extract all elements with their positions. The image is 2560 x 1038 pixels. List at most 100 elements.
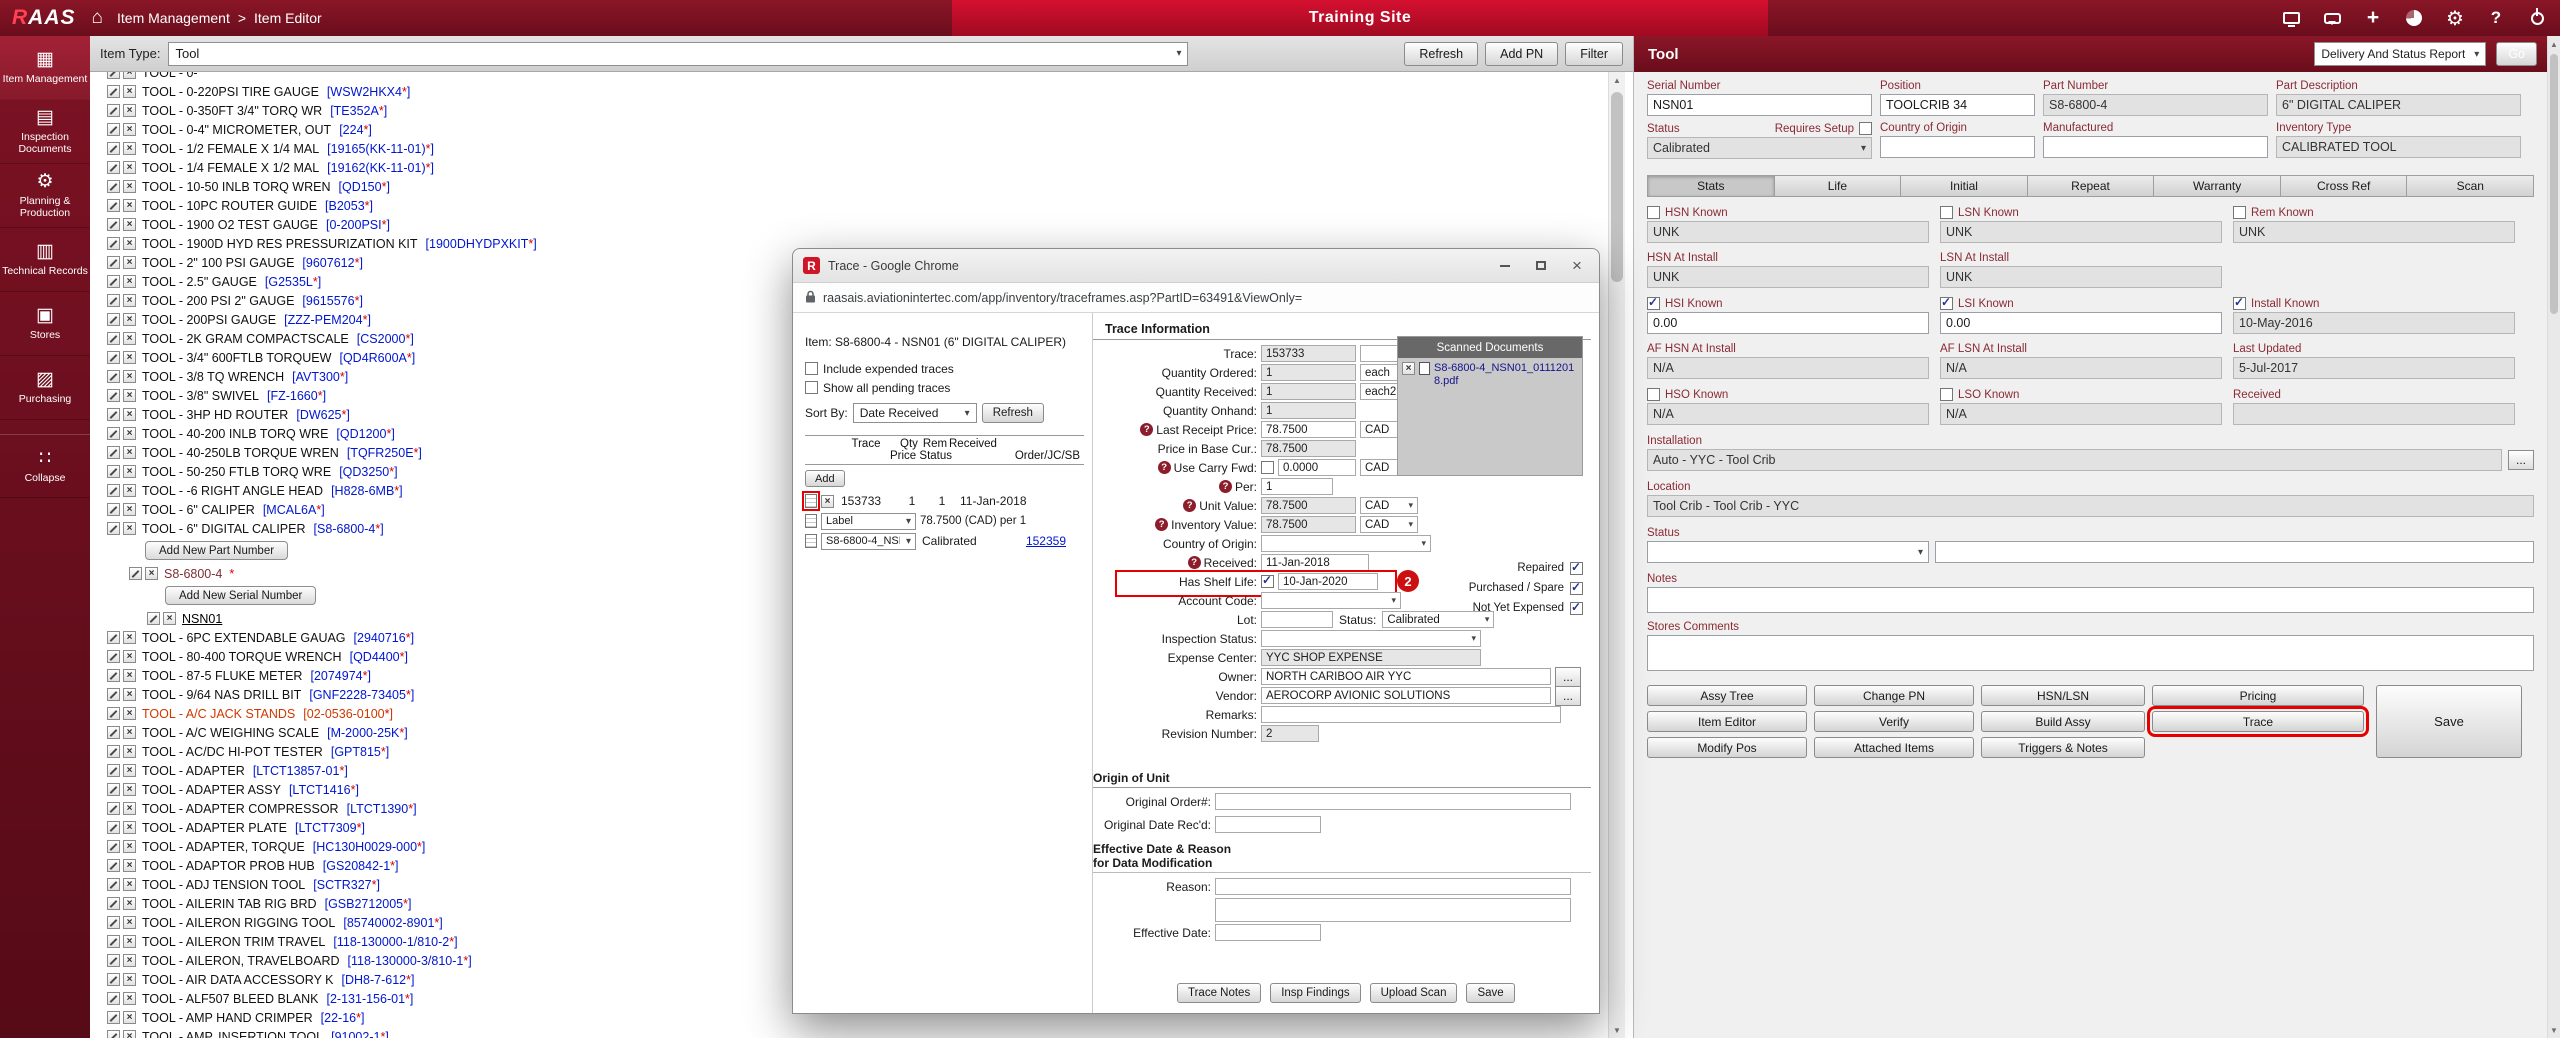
tree-item[interactable]: ×TOOL - 1900 O2 TEST GAUGE[0-200PSI*] (107, 215, 1608, 234)
purchased-spare-checkbox[interactable] (1570, 582, 1583, 595)
edit-icon[interactable] (107, 72, 120, 79)
edit-icon[interactable] (107, 161, 120, 174)
trace-notes-button[interactable]: Trace Notes (1177, 983, 1261, 1003)
delete-icon[interactable]: × (123, 973, 136, 986)
label-select[interactable]: Label▾ (821, 513, 916, 530)
received-input[interactable]: 11-Jan-2018 (1261, 554, 1369, 571)
delete-icon[interactable]: × (123, 859, 136, 872)
scroll-up-icon[interactable]: ▲ (1609, 72, 1625, 88)
tree-item[interactable]: ×TOOL - 0-350FT 3/4" TORQ WR[TE352A*] (107, 101, 1608, 120)
tree-item[interactable]: ×TOOL - 10-50 INLB TORQ WREN[QD150*] (107, 177, 1608, 196)
report-select[interactable]: Delivery And Status Report ▾ (2314, 42, 2486, 66)
scanned-document-item[interactable]: × S8-6800-4_NSN01_01112018.pdf (1398, 358, 1582, 392)
delete-icon[interactable]: × (123, 669, 136, 682)
go-button[interactable]: Go (2496, 42, 2537, 66)
delete-icon[interactable]: × (123, 294, 136, 307)
triggers-notes-button[interactable]: Triggers & Notes (1981, 737, 2145, 758)
upload-scan-button[interactable]: Upload Scan (1370, 983, 1458, 1003)
reason-field-2[interactable] (1215, 898, 1571, 922)
tab-scan[interactable]: Scan (2407, 175, 2534, 197)
help-icon[interactable]: ? (1183, 499, 1196, 512)
edit-icon[interactable] (107, 688, 120, 701)
notes-textarea[interactable] (1647, 587, 2534, 613)
edit-icon[interactable] (107, 275, 120, 288)
lsi-known-checkbox[interactable] (1940, 297, 1953, 310)
tree-item[interactable]: ×TOOL - 0-220PSI TIRE GAUGE[WSW2HKX4*] (107, 82, 1608, 101)
delete-icon[interactable]: × (123, 446, 136, 459)
status2-field[interactable] (1935, 541, 2534, 563)
delete-icon[interactable]: × (163, 612, 176, 625)
delete-icon[interactable]: × (123, 935, 136, 948)
manufactured-field[interactable] (2043, 136, 2268, 158)
show-all-pending-traces-checkbox[interactable] (805, 381, 818, 394)
serial-number-field[interactable]: NSN01 (1647, 94, 1872, 116)
add-trace-button[interactable]: Add (805, 470, 845, 487)
original-order-field[interactable] (1215, 793, 1571, 810)
account-code-select[interactable]: ▾ (1261, 592, 1401, 609)
edit-icon[interactable] (107, 859, 120, 872)
delete-icon[interactable]: × (123, 802, 136, 815)
edit-icon[interactable] (147, 612, 160, 625)
tab-stats[interactable]: Stats (1647, 175, 1775, 197)
breadcrumb-item-management[interactable]: Item Management (117, 10, 230, 26)
edit-icon[interactable] (107, 954, 120, 967)
delete-icon[interactable]: × (123, 142, 136, 155)
edit-icon[interactable] (107, 180, 120, 193)
tab-life[interactable]: Life (1775, 175, 1902, 197)
delete-icon[interactable]: × (123, 1030, 136, 1038)
verify-button[interactable]: Verify (1814, 711, 1974, 732)
delete-icon[interactable]: × (123, 954, 136, 967)
tree-scrollbar[interactable]: ▲ ▼ (1608, 72, 1625, 1038)
address-bar[interactable]: raasais.aviationintertec.com/app/invento… (793, 283, 1599, 313)
sidebar-item-technical-records[interactable]: ▥Technical Records (0, 228, 90, 292)
country-of-origin-field[interactable] (1880, 136, 2035, 158)
last-receipt-price-input[interactable]: 78.7500 (1261, 421, 1356, 438)
per-input[interactable]: 1 (1261, 478, 1333, 495)
edit-icon[interactable] (107, 1030, 120, 1038)
edit-icon[interactable] (107, 764, 120, 777)
hso-known-checkbox[interactable] (1647, 388, 1660, 401)
delete-icon[interactable]: × (123, 370, 136, 383)
screens-icon[interactable] (2278, 5, 2304, 31)
owner-browse-button[interactable]: ... (1555, 667, 1581, 687)
repaired-checkbox[interactable] (1570, 562, 1583, 575)
refresh-button[interactable]: Refresh (1404, 42, 1478, 66)
edit-icon[interactable] (107, 294, 120, 307)
help-icon[interactable] (2483, 5, 2509, 31)
delete-icon[interactable]: × (123, 745, 136, 758)
delete-icon[interactable]: × (123, 631, 136, 644)
has-shelf-life-input[interactable]: 10-Jan-2020 (1278, 573, 1378, 590)
vendor-input[interactable]: AEROCORP AVIONIC SOLUTIONS (1261, 687, 1551, 704)
delete-icon[interactable]: × (123, 180, 136, 193)
inspection-status-select[interactable]: ▾ (1261, 630, 1481, 647)
installation-browse-button[interactable]: ... (2508, 450, 2534, 470)
edit-icon[interactable] (107, 783, 120, 796)
home-icon[interactable]: ⌂ (92, 7, 103, 29)
save-button[interactable]: Save (1466, 983, 1514, 1003)
delete-icon[interactable]: × (123, 465, 136, 478)
use-carry-fwd-checkbox[interactable] (1261, 461, 1274, 474)
delete-icon[interactable]: × (123, 522, 136, 535)
effective-date-field[interactable] (1215, 924, 1321, 941)
scrollbar-thumb[interactable] (1611, 92, 1623, 282)
delete-icon[interactable]: × (123, 104, 136, 117)
trace-row[interactable]: × 153733 1 1 11-Jan-2018 (805, 491, 1084, 511)
edit-icon[interactable] (107, 85, 120, 98)
delete-icon[interactable]: × (123, 650, 136, 663)
edit-icon[interactable] (107, 465, 120, 478)
label-doc-icon[interactable] (805, 514, 817, 528)
edit-icon[interactable] (107, 218, 120, 231)
help-icon[interactable]: ? (1219, 480, 1232, 493)
edit-icon[interactable] (107, 726, 120, 739)
edit-icon[interactable] (107, 123, 120, 136)
delete-icon[interactable]: × (123, 688, 136, 701)
delete-icon[interactable]: × (123, 313, 136, 326)
tab-initial[interactable]: Initial (1901, 175, 2028, 197)
tree-item[interactable]: ×TOOL - 10PC ROUTER GUIDE[B2053*] (107, 196, 1608, 215)
edit-icon[interactable] (107, 351, 120, 364)
help-icon[interactable]: ? (1140, 423, 1153, 436)
edit-icon[interactable] (107, 973, 120, 986)
tree-item[interactable]: ×TOOL - AMP, INSERTION TOOL[91002-1*] (107, 1027, 1608, 1038)
add-pn-button[interactable]: Add PN (1485, 42, 1558, 66)
requires-setup-checkbox[interactable] (1859, 122, 1872, 135)
